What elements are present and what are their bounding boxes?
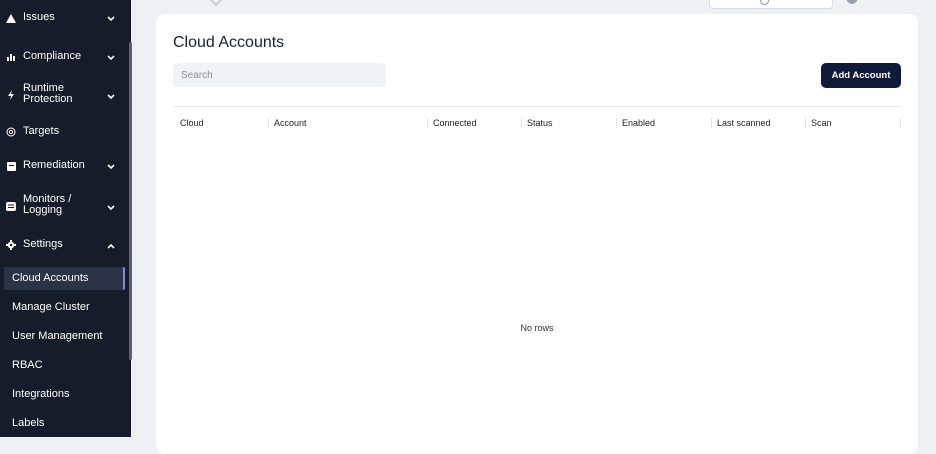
chevron-down-icon <box>106 203 116 213</box>
chevron-down-icon <box>106 162 116 172</box>
sidebar: Issues Compliance Runtime Protection Tar… <box>0 0 131 437</box>
add-account-button[interactable]: Add Account <box>821 63 901 88</box>
column-separator[interactable] <box>521 118 522 128</box>
page-title: Cloud Accounts <box>173 34 285 51</box>
sidebar-subitem-label: Manage Cluster <box>12 301 90 313</box>
top-search-input[interactable] <box>709 0 833 9</box>
sidebar-subitem-rbac[interactable]: RBAC <box>0 359 129 373</box>
column-separator[interactable] <box>616 118 617 128</box>
chevron-up-icon <box>106 241 116 251</box>
sidebar-item-settings[interactable]: Settings <box>0 237 129 253</box>
sidebar-item-label: Monitors / Logging <box>23 193 72 216</box>
table-divider <box>173 106 901 107</box>
sidebar-subitem-integrations[interactable]: Integrations <box>0 388 129 402</box>
sidebar-subitem-label: User Management <box>12 330 103 342</box>
clipboard-icon <box>6 160 16 172</box>
sidebar-item-label: Targets <box>23 125 60 137</box>
column-separator[interactable] <box>900 118 901 128</box>
chevron-down-icon <box>106 53 116 63</box>
sidebar-item-monitors-logging[interactable]: Monitors / Logging <box>0 194 129 218</box>
sidebar-subitem-label: RBAC <box>12 359 43 371</box>
empty-state-text: No rows <box>520 323 554 333</box>
sidebar-subitem-manage-cluster[interactable]: Manage Cluster <box>0 301 129 315</box>
sidebar-item-runtime-protection[interactable]: Runtime Protection <box>0 83 129 107</box>
monitor-icon <box>6 200 16 212</box>
column-header-account[interactable]: Account <box>274 118 307 128</box>
shield-icon[interactable] <box>846 0 858 4</box>
chevron-down-icon <box>106 92 116 102</box>
cloud-accounts-card: Cloud Accounts Add Account Cloud Account… <box>156 14 918 454</box>
gear-icon <box>6 239 16 251</box>
sidebar-item-remediation[interactable]: Remediation <box>0 158 129 174</box>
warning-triangle-icon <box>6 12 16 24</box>
bar-chart-icon <box>6 51 16 63</box>
sidebar-subitem-cloud-accounts[interactable]: Cloud Accounts <box>4 267 125 290</box>
sidebar-item-compliance[interactable]: Compliance <box>0 49 129 65</box>
column-header-last-scanned[interactable]: Last scanned <box>717 118 771 128</box>
sidebar-scrollbar[interactable] <box>129 42 132 360</box>
sidebar-item-issues[interactable]: Issues <box>0 10 129 26</box>
sidebar-subitem-labels[interactable]: Labels <box>0 417 129 431</box>
sidebar-item-targets[interactable]: Targets <box>0 124 129 140</box>
chevron-down-icon <box>106 14 116 24</box>
sidebar-subitem-user-management[interactable]: User Management <box>0 330 129 344</box>
search-input[interactable] <box>173 63 386 87</box>
sidebar-subitem-label: Labels <box>12 417 45 429</box>
target-icon <box>6 126 16 138</box>
chevron-icon[interactable] <box>209 0 223 7</box>
column-header-status[interactable]: Status <box>527 118 553 128</box>
sidebar-item-label: Issues <box>23 11 55 23</box>
column-header-connected[interactable]: Connected <box>433 118 477 128</box>
sidebar-item-label: Settings <box>23 238 63 250</box>
column-separator[interactable] <box>268 118 269 128</box>
sidebar-subitem-label: Integrations <box>12 388 70 400</box>
sidebar-subitem-label: Cloud Accounts <box>12 272 89 284</box>
column-header-enabled[interactable]: Enabled <box>622 118 655 128</box>
column-separator[interactable] <box>427 118 428 128</box>
lightning-bolt-icon <box>6 89 16 101</box>
column-header-scan[interactable]: Scan <box>811 118 832 128</box>
column-separator[interactable] <box>805 118 806 128</box>
sidebar-item-label: Runtime Protection <box>23 82 73 105</box>
sidebar-item-label: Remediation <box>23 159 85 171</box>
column-separator[interactable] <box>711 118 712 128</box>
sidebar-item-label: Compliance <box>23 50 82 62</box>
column-header-cloud[interactable]: Cloud <box>180 118 204 128</box>
